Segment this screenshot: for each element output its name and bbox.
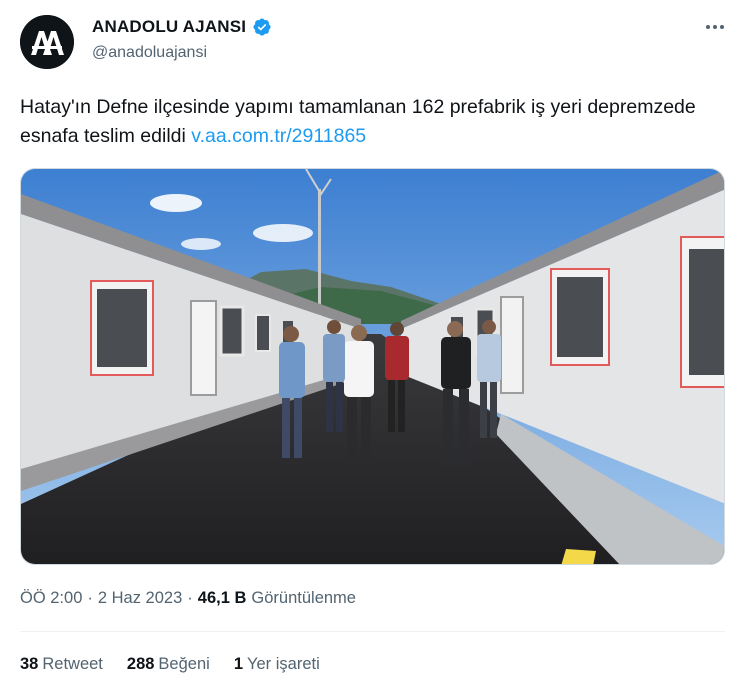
bookmarks-count: 1: [233, 655, 243, 673]
author-handle[interactable]: @anadoluajansi: [92, 44, 207, 62]
tweet-date[interactable]: 2 Haz 2023: [98, 589, 182, 608]
photo-prefab-street: [21, 169, 724, 564]
meta-separator: ·: [87, 589, 93, 607]
tweet-photo[interactable]: [20, 168, 725, 565]
likes-count: 288: [126, 655, 155, 673]
retweets-label: Retweet: [42, 655, 103, 673]
bookmarks-label: Yer işareti: [247, 655, 320, 673]
tweet-text: Hatay'ın Defne ilçesinde yapımı tamamlan…: [20, 93, 720, 151]
author-display-name[interactable]: ANADOLU AJANSI: [92, 17, 246, 37]
tweet-meta: ÖÖ 2:00 · 2 Haz 2023 · 46,1 B Görüntülen…: [20, 589, 356, 608]
likes-label: Beğeni: [158, 655, 210, 673]
tweet-stats: 38 Retweet 288 Beğeni 1 Yer işareti: [20, 655, 320, 674]
views-count: 46,1 B: [197, 589, 247, 607]
views-label: Görüntülenme: [251, 589, 356, 607]
aa-logo: [20, 15, 74, 69]
meta-separator: ·: [187, 589, 193, 607]
avatar[interactable]: [20, 15, 74, 69]
more-options-icon[interactable]: [702, 20, 728, 34]
divider: [20, 631, 725, 632]
bookmarks-stat[interactable]: 1 Yer işareti: [234, 655, 320, 674]
retweets-stat[interactable]: 38 Retweet: [20, 655, 103, 674]
tweet-link[interactable]: v.aa.com.tr/2911865: [191, 125, 366, 147]
tweet-time[interactable]: ÖÖ 2:00: [20, 589, 82, 608]
retweets-count: 38: [20, 655, 39, 673]
verified-badge-icon: [253, 18, 271, 36]
likes-stat[interactable]: 288 Beğeni: [127, 655, 210, 674]
